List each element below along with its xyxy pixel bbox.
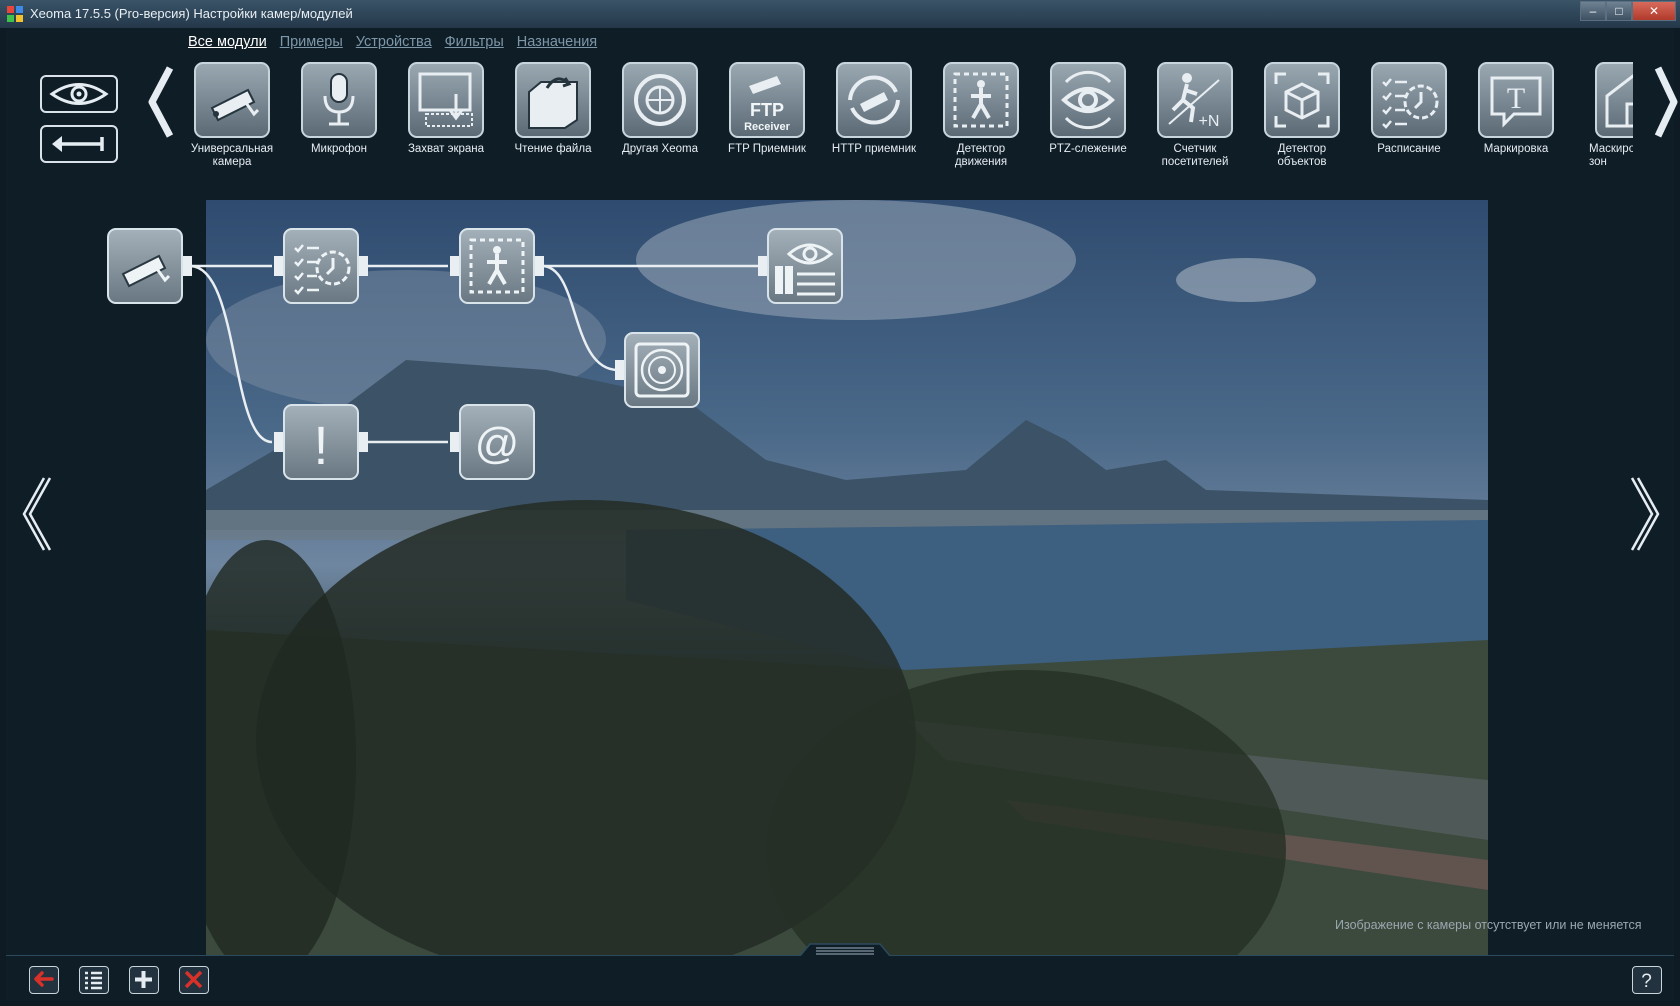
screen-capture-icon [418,72,473,127]
module-microphone[interactable]: Микрофон [289,62,389,156]
camera-preview-background [206,200,1488,962]
camera-status-message: Изображение с камеры отсутствует или не … [1335,918,1642,932]
help-icon: ? [1641,971,1652,992]
module-label: Захват экрана [407,143,485,155]
motion-detector-icon [469,238,525,294]
delete-camera-button[interactable] [179,966,209,994]
modules-scroll-left-icon[interactable] [140,62,180,142]
module-ptz-tracking[interactable]: PTZ-слежение [1038,62,1138,156]
module-schedule[interactable]: Расписание [1359,62,1459,156]
email-at-icon: @ [475,419,520,468]
preview-archive-icon [775,243,835,296]
canvas-next-arrow-icon[interactable] [1628,474,1668,554]
bottom-toolbar [6,955,1674,1001]
window-title: Xeoma 17.5.5 (Pro-версия) Настройки каме… [30,6,353,21]
return-arrow-icon [52,136,104,152]
tab-all-modules[interactable]: Все модули [188,34,267,56]
panel-collapse-handle[interactable] [800,942,890,956]
module-label: HTTP приемник [831,143,917,155]
object-detector-icon [1274,72,1330,128]
module-other-xeoma[interactable]: Другая Xeoma [610,62,710,156]
file-read-icon [528,77,578,129]
exit-red-button[interactable] [29,966,59,994]
module-label: Детектор движения [954,143,1008,168]
motion-detector-icon [953,72,1009,128]
schedule-icon [294,244,351,295]
eye-icon [49,83,109,105]
ptz-tracking-icon [1061,70,1115,130]
tab-examples[interactable]: Примеры [280,34,343,56]
list-icon [85,971,102,990]
chain-node-archive[interactable] [624,332,700,408]
close-button[interactable]: ✕ [1632,1,1676,21]
zone-masking-icon [1605,74,1633,128]
minimize-button[interactable]: – [1580,1,1606,21]
tab-destinations[interactable]: Назначения [517,34,597,56]
chain-node-camera[interactable] [107,228,183,304]
help-button[interactable]: ? [1632,966,1662,994]
chain-node-email-sending[interactable]: @ [459,404,535,480]
list-view-button[interactable] [79,966,109,994]
module-label: Маркировка [1483,143,1549,155]
module-object-detector[interactable]: Детектор объектов [1252,62,1352,169]
visitors-counter-icon: +N [1168,73,1220,130]
module-universal-camera[interactable]: Универсальная камера [182,62,282,169]
archive-disk-icon [634,342,690,398]
view-mode-button[interactable] [40,75,118,113]
module-label: PTZ-слежение [1049,143,1127,155]
module-label: FTP Приемник [728,143,806,155]
chain-node-problems-detector[interactable]: ! [283,404,359,480]
module-zone-masking[interactable]: Маскирование зон [1573,62,1633,169]
other-xeoma-icon [634,74,686,126]
schedule-icon [1382,78,1439,129]
back-to-main-button[interactable] [40,125,118,163]
app-icon [7,6,23,22]
module-label: Счетчик посетителей [1161,143,1229,168]
module-visitors-counter[interactable]: +N Счетчик посетителей [1145,62,1245,169]
module-category-tabs: Все модули Примеры Устройства Фильтры На… [188,34,597,56]
svg-text:T: T [1507,82,1525,115]
maximize-button[interactable]: □ [1606,1,1632,21]
module-label: Чтение файла [514,143,592,155]
module-label: Маскирование зон [1589,143,1633,168]
receiver-icon-text: Receiver [744,121,791,133]
back-red-icon [34,971,54,987]
module-file-read[interactable]: Чтение файла [503,62,603,156]
marking-icon: T [1490,76,1542,128]
chain-node-schedule[interactable] [283,228,359,304]
ftp-receiver-icon: FTP Receiver [744,76,791,133]
module-ftp-receiver[interactable]: FTP Receiver FTP Приемник [717,62,817,156]
module-label: Универсальная камера [190,143,274,168]
camera-icon [121,254,171,288]
delete-icon [184,970,203,989]
add-camera-button[interactable] [129,966,159,994]
microphone-icon [323,73,355,126]
svg-text:!: ! [313,416,328,476]
svg-text:?: ? [1641,971,1652,992]
module-label: Расписание [1377,143,1441,155]
camera-icon [210,88,260,122]
add-icon [135,971,152,988]
ftp-icon-text: FTP [750,100,784,120]
module-screen-capture[interactable]: Захват экрана [396,62,496,156]
tab-filters[interactable]: Фильтры [445,34,504,56]
http-receiver-icon [848,75,900,125]
module-motion-detector[interactable]: Детектор движения [931,62,1031,169]
svg-text:@: @ [475,419,520,468]
module-marking[interactable]: T Маркировка [1466,62,1566,156]
modules-scroll-right-icon[interactable] [1650,62,1680,142]
module-label: Микрофон [310,143,368,155]
tab-devices[interactable]: Устройства [356,34,432,56]
module-label: Другая Xeoma [621,143,698,155]
canvas-prev-arrow-icon[interactable] [14,474,54,554]
module-http-receiver[interactable]: HTTP приемник [824,62,924,156]
chain-node-motion-detector[interactable] [459,228,535,304]
svg-text:+N: +N [1199,113,1220,130]
title-bar: Xeoma 17.5.5 (Pro-версия) Настройки каме… [0,0,1680,28]
exclamation-icon: ! [313,416,328,476]
landscape-image [206,200,1488,962]
chain-node-preview-archive[interactable] [767,228,843,304]
module-label: Детектор объектов [1277,143,1327,168]
